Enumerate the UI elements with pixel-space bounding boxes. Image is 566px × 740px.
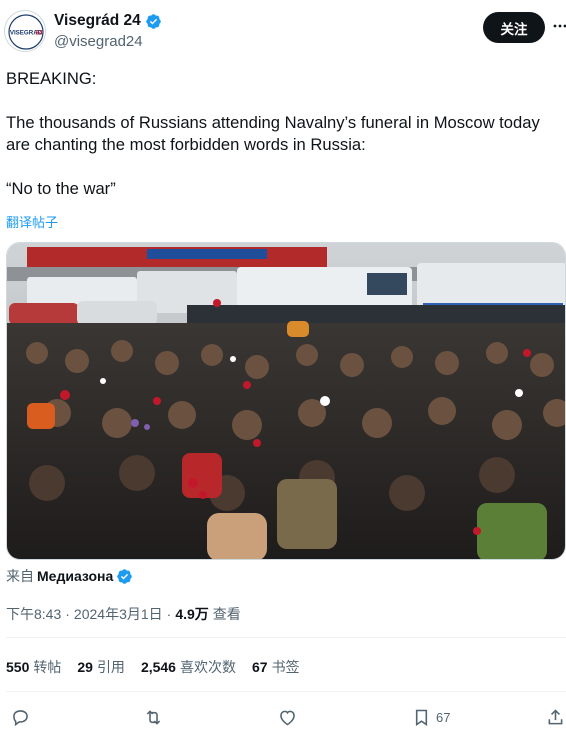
tweet-line-body-2: are chanting the most forbidden words in… (6, 135, 366, 154)
visegrad-logo: VISEGRAD 24 (6, 12, 45, 51)
tweet-media-photo[interactable] (6, 242, 566, 560)
retweet-icon (146, 709, 161, 725)
media-source: 来自 Медиазона (6, 566, 133, 586)
action-bar: 67 (0, 704, 566, 730)
divider (6, 637, 566, 638)
bookmark-button[interactable]: 67 (411, 704, 450, 730)
views-count: 4.9万 (175, 606, 209, 622)
tweet-line-breaking: BREAKING: (6, 69, 97, 88)
views-label: 查看 (212, 606, 241, 622)
engagement-stats: 550 转帖 29 引用 2,546 喜欢次数 67 书签 (6, 657, 300, 677)
divider (6, 691, 566, 692)
name-row: Visegrád 24 (54, 12, 162, 30)
bookmark-count: 67 (436, 709, 451, 725)
tweet-date[interactable]: 2024年3月1日 (74, 604, 163, 624)
crowd-photo (7, 243, 565, 559)
source-verified-badge-icon (117, 568, 133, 584)
meta-separator: · (166, 606, 172, 622)
stat-quotes[interactable]: 29 引用 (77, 657, 125, 677)
svg-text:24: 24 (36, 30, 43, 37)
reply-icon (13, 709, 28, 726)
avatar[interactable]: VISEGRAD 24 (4, 10, 46, 52)
tweet-header: VISEGRAD 24 Visegrád 24 @visegrad24 关注 (4, 10, 566, 56)
meta-separator: · (65, 606, 70, 622)
tweet-line-body-1: The thousands of Russians attending Nava… (6, 113, 540, 132)
verified-badge-icon (145, 13, 161, 29)
translate-post-link[interactable]: 翻译帖子 (6, 212, 58, 231)
stat-reposts[interactable]: 550 转帖 (6, 657, 61, 677)
heart-icon (280, 710, 295, 725)
share-button[interactable] (545, 704, 566, 730)
retweet-button[interactable] (143, 704, 164, 730)
tweet-time[interactable]: 下午8:43 (6, 604, 61, 624)
stat-likes[interactable]: 2,546 喜欢次数 (141, 657, 236, 677)
source-prefix: 来自 (6, 568, 34, 584)
follow-button[interactable]: 关注 (483, 12, 545, 43)
tweet-text: BREAKING: The thousands of Russians atte… (6, 68, 566, 200)
tweet-meta: 下午8:43 · 2024年3月1日 · 4.9万 查看 (6, 604, 241, 624)
more-options-icon[interactable] (552, 18, 566, 34)
bookmark-icon (415, 709, 428, 726)
like-button[interactable] (277, 704, 298, 730)
display-name[interactable]: Visegrád 24 (54, 12, 141, 30)
reply-button[interactable] (10, 704, 31, 730)
stat-bookmarks[interactable]: 67 书签 (252, 657, 300, 677)
source-name[interactable]: Медиазона (37, 568, 113, 584)
handle[interactable]: @visegrad24 (54, 33, 143, 50)
tweet-line-quote: “No to the war” (6, 179, 116, 198)
share-icon (548, 708, 563, 724)
